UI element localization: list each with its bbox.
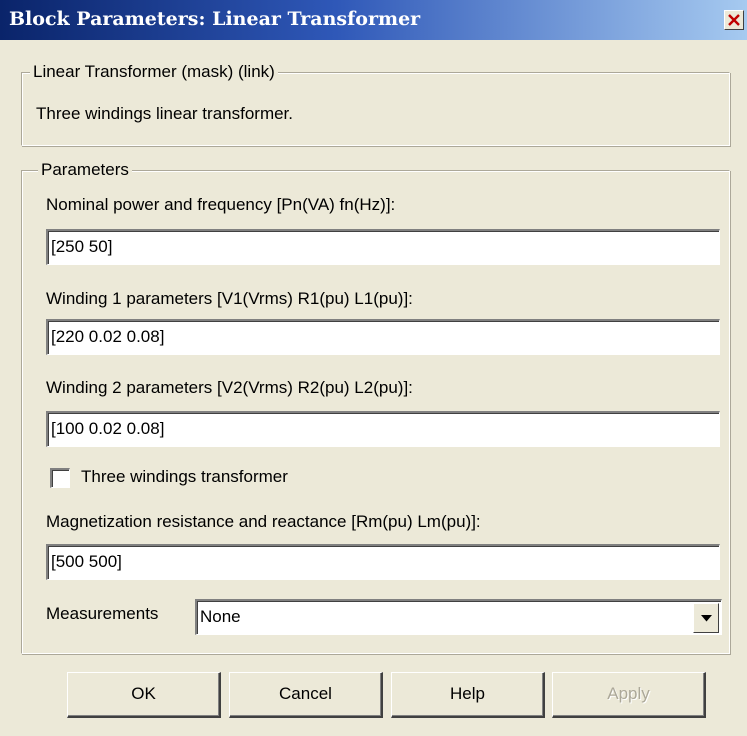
description-group-legend: Linear Transformer (mask) (link) xyxy=(30,62,278,82)
cancel-button[interactable]: Cancel xyxy=(229,672,383,718)
close-icon xyxy=(728,14,740,26)
three-windings-label[interactable]: Three windings transformer xyxy=(81,467,288,487)
winding2-input[interactable]: [100 0.02 0.08] xyxy=(46,411,720,447)
chevron-down-icon xyxy=(701,615,712,622)
ok-button[interactable]: OK xyxy=(67,672,221,718)
nominal-power-label: Nominal power and frequency [Pn(VA) fn(H… xyxy=(46,195,396,214)
description-text: Three windings linear transformer. xyxy=(36,104,294,123)
close-button[interactable] xyxy=(724,10,744,30)
parameters-group-legend: Parameters xyxy=(38,160,132,180)
block-parameters-dialog: Block Parameters: Linear Transformer Lin… xyxy=(0,0,747,736)
three-windings-checkbox[interactable] xyxy=(50,468,70,488)
winding1-label: Winding 1 parameters [V1(Vrms) R1(pu) L1… xyxy=(46,289,413,308)
winding1-input[interactable]: [220 0.02 0.08] xyxy=(46,319,720,355)
winding2-label: Winding 2 parameters [V2(Vrms) R2(pu) L2… xyxy=(46,378,413,397)
measurements-label: Measurements xyxy=(46,604,159,623)
apply-button: Apply xyxy=(552,672,706,718)
help-button[interactable]: Help xyxy=(391,672,545,718)
window-title: Block Parameters: Linear Transformer xyxy=(9,8,421,30)
measurements-select[interactable]: None xyxy=(195,599,722,635)
title-bar[interactable]: Block Parameters: Linear Transformer xyxy=(0,0,747,40)
measurements-dropdown-button[interactable] xyxy=(693,603,719,633)
measurements-selected-value: None xyxy=(200,607,241,626)
magnetization-label: Magnetization resistance and reactance [… xyxy=(46,512,481,531)
nominal-power-input[interactable]: [250 50] xyxy=(46,229,720,265)
magnetization-input[interactable]: [500 500] xyxy=(46,544,720,580)
